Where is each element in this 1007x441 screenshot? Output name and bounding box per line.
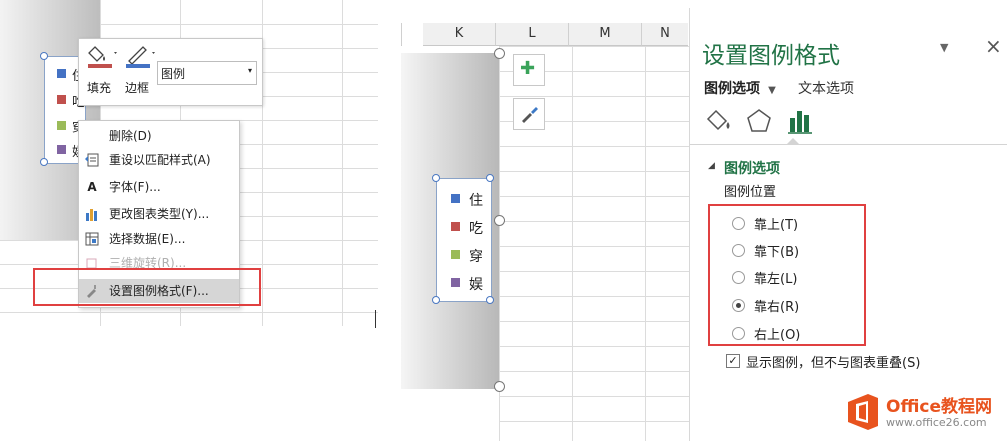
column-header-n[interactable]: N xyxy=(642,23,688,46)
column-header-l[interactable]: L xyxy=(496,23,569,46)
resize-handle[interactable] xyxy=(486,174,494,182)
border-label: 边框 xyxy=(125,81,150,95)
effects-pentagon-icon[interactable] xyxy=(746,108,772,134)
legend-swatch xyxy=(57,145,66,154)
chevron-down-icon: ▾ xyxy=(247,66,252,75)
resize-handle[interactable] xyxy=(494,381,505,392)
chart-legend[interactable]: 住 吃 穿 娱 xyxy=(436,178,492,302)
menu-item-change-chart-type[interactable]: 更改图表类型(Y)... xyxy=(79,202,239,226)
collapse-icon[interactable]: ◢ xyxy=(708,161,715,171)
office-logo-icon xyxy=(848,394,878,430)
legend-swatch xyxy=(451,278,460,287)
resize-handle[interactable] xyxy=(432,174,440,182)
font-icon: A xyxy=(87,180,97,194)
legend-swatch xyxy=(57,121,66,130)
resize-handle[interactable] xyxy=(40,158,48,166)
plus-icon: ✚ xyxy=(520,58,536,79)
checkbox-check-icon: ✓ xyxy=(726,354,740,368)
watermark-url: www.office26.com xyxy=(886,416,987,429)
tab-legend-options[interactable]: 图例选项 ▼ xyxy=(704,78,776,98)
section-title[interactable]: 图例选项 xyxy=(724,158,780,178)
resize-handle[interactable] xyxy=(494,215,505,226)
legend-label: 吃 xyxy=(469,221,483,237)
menu-item-font[interactable]: A 字体(F)... xyxy=(79,175,239,199)
mini-toolbar: 填充 边框 图例 ▾ xyxy=(78,38,263,106)
paintbrush-icon xyxy=(522,107,538,123)
menu-item-delete[interactable]: 删除(D) xyxy=(79,124,239,148)
close-icon[interactable]: × xyxy=(985,34,1002,58)
right-screenshot: K L M N 住 吃 穿 娱 ✚ 设置图例格式 ▼ × 图例选项 ▼ 文本选项… xyxy=(401,8,1007,441)
watermark: Office教程网 www.office26.com xyxy=(842,386,1007,438)
legend-options-bar-icon[interactable] xyxy=(788,108,814,134)
pane-title: 设置图例格式 xyxy=(702,43,840,69)
show-legend-checkbox[interactable]: ✓ 显示图例，但不与图表重叠(S) xyxy=(726,352,986,372)
pane-divider xyxy=(690,144,1007,145)
chevron-down-icon: ▼ xyxy=(768,85,776,96)
format-legend-pane: 设置图例格式 ▼ × 图例选项 ▼ 文本选项 ◢ 图例选项 图例位置 靠上(T) xyxy=(689,8,1007,441)
legend-label: 住 xyxy=(469,193,483,209)
menu-item-label: 选择数据(E)... xyxy=(109,232,186,246)
legend-swatch xyxy=(451,222,460,231)
chart-element-select[interactable]: 图例 ▾ xyxy=(157,61,257,85)
legend-swatch xyxy=(451,194,460,203)
border-button[interactable] xyxy=(125,43,155,69)
menu-item-label: 重设以匹配样式(A) xyxy=(109,153,211,167)
fill-line-icon[interactable] xyxy=(706,108,734,134)
resize-handle[interactable] xyxy=(40,52,48,60)
pen-icon xyxy=(126,46,155,68)
highlight-box xyxy=(33,268,261,306)
menu-item-label: 字体(F)... xyxy=(109,180,161,194)
legend-swatch xyxy=(57,95,66,104)
chart-element-value: 图例 xyxy=(161,67,186,81)
chart-elements-button[interactable]: ✚ xyxy=(513,54,545,86)
highlight-box xyxy=(708,204,866,346)
tab-text-options[interactable]: 文本选项 xyxy=(798,78,854,98)
column-header-spacer xyxy=(401,23,402,46)
menu-item-label: 更改图表类型(Y)... xyxy=(109,207,210,221)
resize-handle[interactable] xyxy=(486,296,494,304)
active-tab-pointer xyxy=(786,138,800,145)
grid-line xyxy=(342,0,343,326)
watermark-brand: Office教程网 xyxy=(886,397,993,417)
column-header-m[interactable]: M xyxy=(569,23,642,46)
chart-type-icon xyxy=(85,207,99,221)
fill-label: 填充 xyxy=(87,81,112,95)
fill-button[interactable] xyxy=(87,43,117,69)
position-label: 图例位置 xyxy=(724,185,777,200)
legend-label: 娱 xyxy=(469,277,483,293)
text-cursor xyxy=(375,310,376,328)
select-data-icon xyxy=(85,232,99,246)
tab-label: 图例选项 xyxy=(704,81,760,97)
legend-swatch xyxy=(57,69,66,78)
paint-bucket-icon xyxy=(88,46,117,68)
legend-swatch xyxy=(451,250,460,259)
resize-handle[interactable] xyxy=(432,296,440,304)
resize-handle[interactable] xyxy=(494,48,505,59)
left-screenshot: 住 吃 穿 娱 填充 边框 图例 ▾ xyxy=(0,0,378,441)
legend-label: 穿 xyxy=(469,249,483,265)
grid-line xyxy=(0,312,378,313)
reset-style-icon xyxy=(85,153,99,167)
menu-item-reset-style[interactable]: 重设以匹配样式(A) xyxy=(79,148,239,172)
column-header-k[interactable]: K xyxy=(423,23,496,46)
menu-item-select-data[interactable]: 选择数据(E)... xyxy=(79,227,239,251)
menu-item-label: 删除(D) xyxy=(109,129,152,143)
chart-styles-button[interactable] xyxy=(513,98,545,130)
pane-options-dropdown[interactable]: ▼ xyxy=(940,41,948,54)
checkbox-label: 显示图例，但不与图表重叠(S) xyxy=(746,356,921,371)
